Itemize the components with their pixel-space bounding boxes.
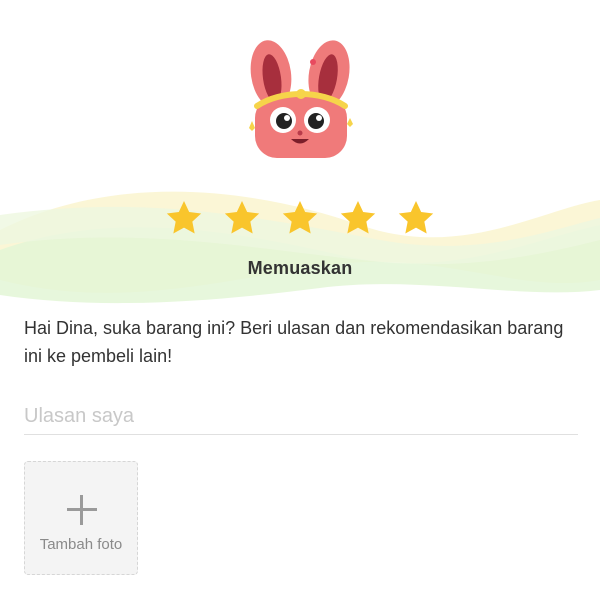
add-photo-label: Tambah foto	[39, 536, 123, 553]
star-icon-1[interactable]	[164, 198, 204, 238]
star-icon-4[interactable]	[338, 198, 378, 238]
review-input[interactable]	[24, 398, 578, 435]
star-rating	[0, 198, 600, 246]
plus-icon	[67, 495, 97, 525]
bunny-mascot-icon	[249, 40, 353, 158]
rating-label: Memuaskan	[247, 258, 353, 278]
star-icon-5[interactable]	[396, 198, 436, 238]
review-prompt-text: Hai Dina, suka barang ini? Beri ulasan d…	[24, 318, 564, 366]
star-icon-2[interactable]	[222, 198, 262, 238]
add-photo-button[interactable]: Tambah foto	[24, 461, 138, 575]
review-page: Memuaskan Hai Dina, suka barang ini? Ber…	[0, 0, 600, 600]
star-icon-3[interactable]	[280, 198, 320, 238]
